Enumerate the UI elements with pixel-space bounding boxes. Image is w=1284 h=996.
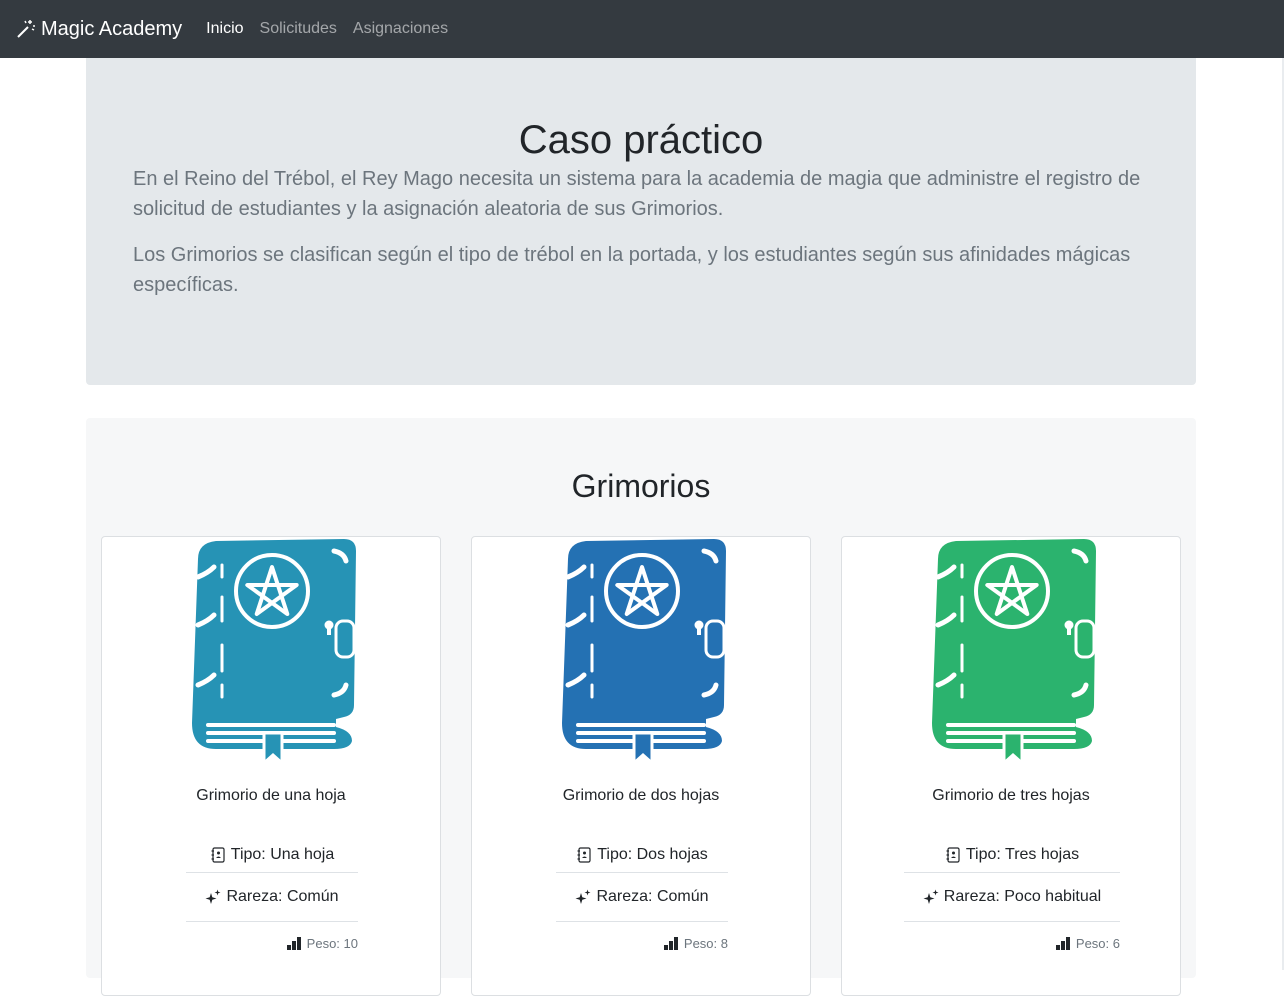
bar-chart-icon: [286, 936, 301, 950]
grimorio-peso: Peso: 10: [186, 931, 358, 955]
grimorios-title: Grimorios: [571, 468, 711, 504]
grimorio-tipo: Tipo: Tres hojas: [904, 837, 1120, 873]
tipo-label: Tipo: Dos hojas: [597, 845, 708, 863]
grimorio-name: Grimorio de dos hojas: [562, 787, 720, 804]
grimoire-book-icon: [562, 539, 726, 767]
grimorios-section: Grimorios Grimorio de una hoja Tipo: Una…: [86, 418, 1196, 996]
address-book-icon: [577, 846, 591, 863]
stars-icon: [575, 889, 591, 904]
nav-inicio[interactable]: Inicio: [206, 20, 243, 38]
rareza-label: Rareza: Común: [226, 888, 339, 905]
peso-label: Peso: 6: [1075, 935, 1120, 951]
rareza-label: Rareza: Común: [596, 888, 709, 905]
grimorio-tipo: Tipo: Una hoja: [186, 837, 358, 873]
grimoire-book-icon: [192, 539, 356, 767]
grimorio-card[interactable]: Grimorio de dos hojas Tipo: Dos hojas Ra…: [471, 536, 811, 996]
top-navbar: Magic Academy Inicio Solicitudes Asignac…: [0, 0, 1284, 58]
hero-paragraph-2: Los Grimorios se clasifican según el tip…: [133, 244, 1131, 296]
bar-chart-icon: [1055, 936, 1070, 950]
rareza-label: Rareza: Poco habitual: [943, 888, 1102, 905]
stars-icon: [205, 889, 221, 904]
grimorio-name: Grimorio de una hoja: [196, 787, 346, 804]
address-book-icon: [946, 846, 960, 863]
hero-title: Caso práctico: [518, 118, 764, 162]
grimorio-tipo: Tipo: Dos hojas: [556, 837, 728, 873]
bar-chart-icon: [663, 936, 678, 950]
grimorio-rareza: Rareza: Común: [186, 873, 358, 922]
grimorio-rareza: Rareza: Común: [556, 873, 728, 922]
grimorio-rareza: Rareza: Poco habitual: [904, 873, 1120, 922]
hero-jumbotron: Caso práctico En el Reino del Trébol, el…: [86, 58, 1196, 385]
hero-paragraph-1: En el Reino del Trébol, el Rey Mago nece…: [133, 168, 1141, 220]
nav-solicitudes[interactable]: Solicitudes: [260, 20, 337, 38]
nav-asignaciones[interactable]: Asignaciones: [353, 20, 448, 38]
peso-label: Peso: 8: [683, 935, 728, 951]
grimorio-card[interactable]: Grimorio de una hoja Tipo: Una hoja Rare…: [101, 536, 441, 996]
brand-link[interactable]: Magic Academy: [16, 18, 182, 41]
address-book-icon: [211, 846, 225, 863]
tipo-label: Tipo: Tres hojas: [965, 845, 1080, 863]
grimorio-peso: Peso: 6: [904, 931, 1120, 955]
brand-name: Magic Academy: [41, 17, 183, 40]
grimorio-peso: Peso: 8: [556, 931, 728, 955]
magic-wand-icon: [17, 20, 35, 38]
stars-icon: [923, 889, 939, 904]
grimorio-card[interactable]: Grimorio de tres hojas Tipo: Tres hojas …: [841, 536, 1181, 996]
grimoire-book-icon: [932, 539, 1096, 767]
tipo-label: Tipo: Una hoja: [230, 845, 335, 863]
grimorio-name: Grimorio de tres hojas: [932, 787, 1090, 804]
peso-label: Peso: 10: [306, 935, 358, 951]
